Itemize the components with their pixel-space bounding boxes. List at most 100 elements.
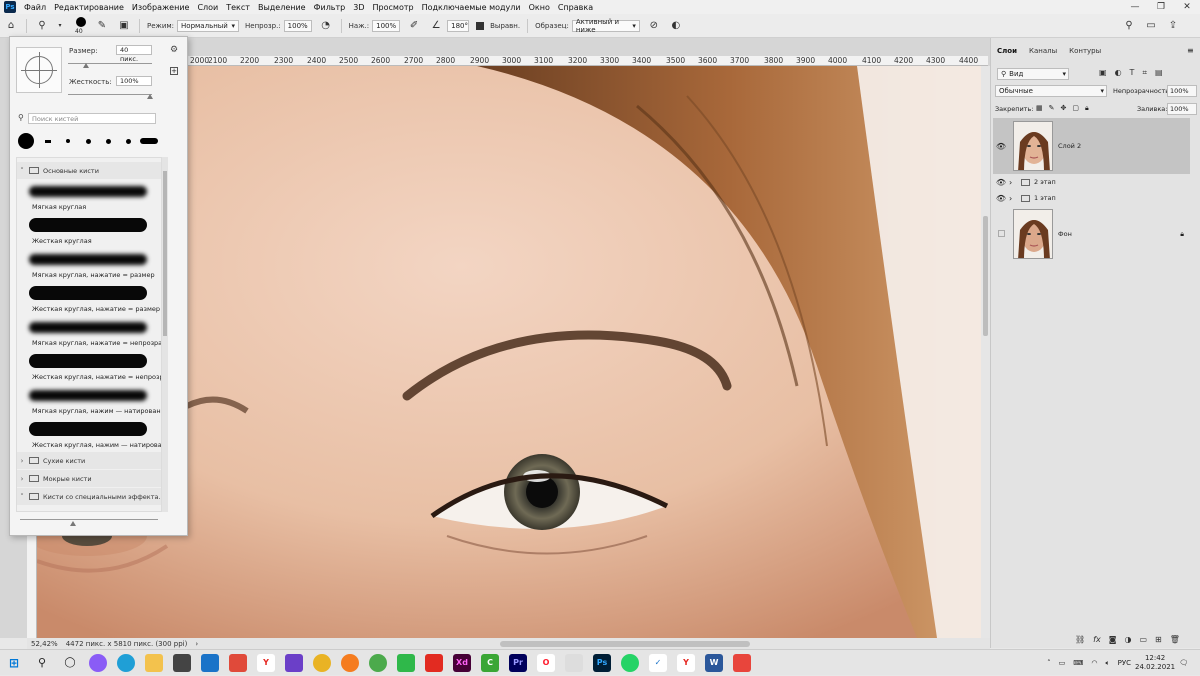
lock-paint-icon[interactable]: ✎ [1049, 104, 1055, 113]
menu-image[interactable]: Изображение [128, 3, 194, 12]
pressure-select[interactable]: 100% [372, 19, 401, 32]
gift-icon[interactable] [229, 653, 247, 672]
brush-group-wet[interactable]: › Мокрые кисти [17, 470, 161, 487]
wifi-icon[interactable]: ◠ [1091, 659, 1097, 667]
brush-group-dry[interactable]: › Сухие кисти [17, 452, 161, 469]
layer-row-selected[interactable]: 👁︎ Слой 2 [993, 118, 1190, 174]
recent-brush-1[interactable] [18, 133, 34, 149]
menu-plugins[interactable]: Подключаемые модули [418, 3, 525, 12]
hardness-input[interactable]: 100% [116, 76, 152, 86]
recent-brush-4[interactable] [86, 139, 91, 144]
chrome-icon[interactable] [313, 653, 331, 672]
search-icon[interactable]: ⚲ [1122, 18, 1136, 32]
opera-icon[interactable]: O [537, 653, 555, 672]
recent-brush-2[interactable] [45, 140, 51, 143]
paint-icon[interactable] [565, 653, 583, 672]
recent-brush-5[interactable] [106, 139, 111, 144]
hardness-slider-handle[interactable] [147, 94, 153, 99]
keyboard-icon[interactable]: ⌨ [1073, 659, 1083, 667]
vertical-scrollbar[interactable] [981, 66, 990, 638]
visibility-toggle-off[interactable] [993, 229, 1009, 239]
volume-icon[interactable]: 🔈︎ [1105, 659, 1109, 668]
align-checkbox[interactable] [476, 21, 485, 30]
workspace-icon[interactable]: ▭ [1144, 18, 1158, 32]
gear-icon[interactable]: ⚙ [170, 45, 178, 55]
tab-channels[interactable]: Каналы [1023, 44, 1063, 58]
windows-start-icon[interactable]: ⊞ [5, 654, 23, 672]
clone-stamp-icon[interactable]: ⚲ [35, 19, 49, 33]
image-filter-icon[interactable]: ▣ [1099, 68, 1107, 78]
brush-preset[interactable]: Жесткая круглая, нажатие = непрозра [17, 350, 161, 384]
menu-filter[interactable]: Фильтр [310, 3, 350, 12]
menu-file[interactable]: Файл [20, 3, 50, 12]
alice-icon[interactable] [89, 653, 107, 672]
menu-edit[interactable]: Редактирование [50, 3, 128, 12]
menu-3d[interactable]: 3D [349, 3, 368, 12]
layer-group-row[interactable]: 👁︎ › 1 этап [993, 190, 1190, 206]
chevron-right-icon[interactable]: › [195, 640, 198, 648]
chevron-right-icon[interactable]: › [1009, 178, 1017, 187]
clone-source-icon[interactable]: ▣ [117, 19, 131, 33]
opacity-input[interactable]: 100% [1167, 85, 1197, 97]
firefox-icon[interactable] [341, 653, 359, 672]
horizontal-scrollbar[interactable] [500, 641, 750, 647]
brush-settings-icon[interactable]: ✎ [95, 19, 109, 33]
preview-size-slider[interactable] [20, 519, 158, 520]
brush-preset[interactable]: Мягкая круглая, нажатие = размер [17, 248, 155, 282]
lock-all-icon[interactable]: 🔒︎ [1085, 104, 1089, 113]
menu-text[interactable]: Текст [222, 3, 254, 12]
tasks-icon[interactable]: ✓ [649, 653, 667, 672]
word-icon[interactable]: W [705, 653, 723, 672]
yandex-icon[interactable]: Y [257, 653, 275, 672]
recent-brush-3[interactable] [66, 139, 70, 143]
link-layers-icon[interactable]: ⛓︎ [1075, 635, 1085, 644]
recent-brush-6[interactable] [126, 139, 131, 144]
xd-icon[interactable]: Xd [453, 653, 471, 672]
notifications-icon[interactable]: 🗨︎ [1179, 659, 1188, 667]
filter-kind-select[interactable]: ⚲ Вид ▾ [997, 68, 1069, 80]
menu-help[interactable]: Справка [554, 3, 597, 12]
preview-size-handle[interactable] [70, 521, 76, 526]
store-icon[interactable] [173, 653, 191, 672]
close-button[interactable]: ✕ [1174, 0, 1200, 14]
menu-select[interactable]: Выделение [254, 3, 310, 12]
panel-menu-icon[interactable]: ≡ [1187, 46, 1194, 55]
brush-preset[interactable]: Жесткая круглая, нажатие = размер [17, 282, 160, 316]
menu-view[interactable]: Просмотр [369, 3, 418, 12]
brush-preset[interactable]: Мягкая круглая, нажатие = непрозрач. [17, 316, 161, 350]
clock[interactable]: 12:42 24.02.2021 [1135, 654, 1175, 672]
layer-row[interactable]: Фон 🔒︎ [993, 206, 1190, 262]
layer-group-row[interactable]: 👁︎ › 2 этап [993, 174, 1190, 190]
shape-filter-icon[interactable]: ⌗ [1142, 68, 1147, 78]
chevron-up-icon[interactable]: ˄ [1047, 659, 1051, 667]
smart-object-filter-icon[interactable]: ▤ [1155, 68, 1163, 78]
size-input[interactable]: 40 пикс. [116, 45, 152, 63]
scroll-thumb[interactable] [163, 171, 167, 336]
angle-field[interactable]: 180° [447, 19, 470, 32]
recent-brush-7[interactable] [140, 138, 158, 144]
brush-preset[interactable]: Жесткая круглая, нажим — натирование [17, 418, 161, 452]
language-indicator[interactable]: РУС [1118, 659, 1131, 667]
folder-icon[interactable] [145, 653, 163, 672]
whatsapp-icon[interactable] [621, 653, 639, 672]
hardness-slider[interactable] [68, 94, 152, 95]
lock-pixels-icon[interactable]: ▦ [1036, 104, 1043, 113]
sample-select[interactable]: Активный и ниже ▾ [571, 18, 640, 34]
size-slider[interactable] [68, 63, 152, 64]
adjustment-layer-icon[interactable]: ◑ [1124, 635, 1131, 644]
brush-preset[interactable]: Жесткая круглая [17, 214, 150, 248]
add-mask-icon[interactable]: ◙ [1109, 635, 1117, 644]
fx-icon[interactable]: fx [1093, 635, 1101, 644]
pressure-opacity-icon[interactable]: ◔ [319, 19, 333, 33]
airbrush-icon[interactable]: ✐ [407, 19, 421, 33]
blend-mode-select[interactable]: Обычные ▾ [995, 85, 1107, 97]
eye-icon[interactable]: 👁︎ [993, 178, 1009, 187]
edge-icon[interactable] [117, 653, 135, 672]
text-filter-icon[interactable]: T [1130, 68, 1135, 78]
mail-icon[interactable] [201, 653, 219, 672]
brush-group-basic[interactable]: ˅ Основные кисти [17, 162, 161, 179]
menu-layers[interactable]: Слои [193, 3, 222, 12]
search-icon[interactable]: ⚲ [33, 654, 51, 672]
brush-group-special[interactable]: ˅ Кисти со специальными эффекта... [17, 488, 161, 505]
tab-layers[interactable]: Слои [991, 44, 1023, 58]
